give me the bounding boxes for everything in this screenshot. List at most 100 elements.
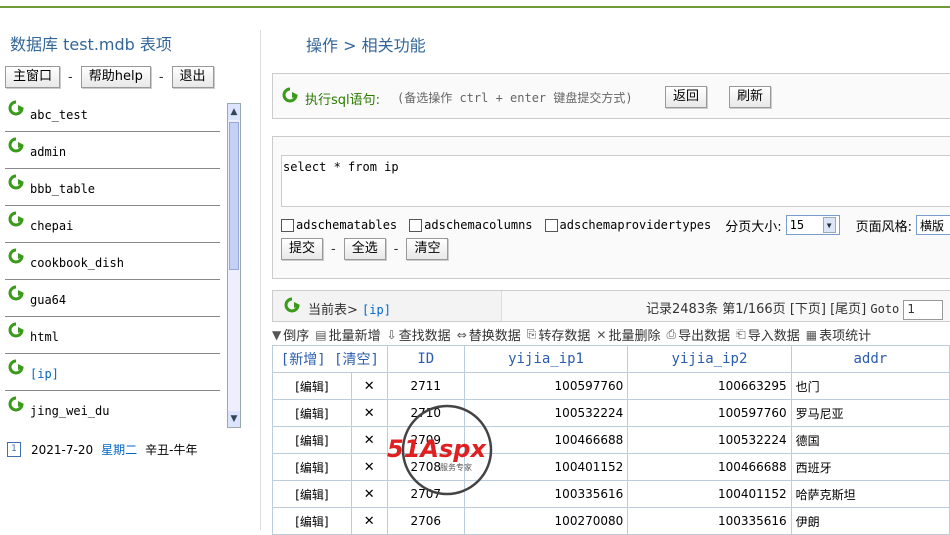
sql-actions: 提交 - 全选 - 清空 <box>281 238 449 260</box>
sql-options: adschematables adschemacolumns adschemap… <box>281 215 950 235</box>
option-label: adschematables <box>296 218 398 232</box>
delete-icon[interactable]: ✕ <box>350 480 388 508</box>
table-list-item[interactable]: cookbook_dish <box>5 243 220 280</box>
sql-hint: (备选操作 ctrl + enter 键盘提交方式) <box>397 91 633 105</box>
toolbar-label: 导出数据 <box>678 329 731 344</box>
table-list-scrollbar[interactable]: ▲ ▼ <box>227 103 241 428</box>
checkbox[interactable] <box>409 218 423 232</box>
edit-link[interactable]: [编辑] <box>272 507 352 535</box>
table-list-item[interactable]: [ip] <box>5 354 220 391</box>
cell-yijia-ip2: 100401152 <box>627 480 792 508</box>
toolbar-dump[interactable]: ⎘ 转存数据 <box>527 325 591 344</box>
separator: - <box>68 69 73 85</box>
goto-input[interactable]: 1 <box>903 299 944 320</box>
exit-button[interactable]: 退出 <box>171 66 214 88</box>
toolbar-replace[interactable]: ⇔ 替换数据 <box>457 325 521 345</box>
cell-id: 2706 <box>386 507 465 535</box>
sql-label: 执行sql语句: <box>305 93 381 108</box>
lunar-year-text: 辛丑-牛年 <box>145 443 198 457</box>
delete-icon[interactable]: ✕ <box>350 426 388 454</box>
page-style-select[interactable]: 横版 <box>916 215 950 235</box>
green-arrow-icon <box>7 359 25 379</box>
page-size-select[interactable]: 15 ▼ <box>785 215 840 235</box>
page-style-label: 页面风格: <box>855 219 913 235</box>
table-name[interactable]: admin <box>30 145 66 159</box>
table-name[interactable]: [ip] <box>30 367 59 381</box>
table-list-item[interactable]: chepai <box>5 206 220 243</box>
scroll-up-icon[interactable]: ▲ <box>228 104 240 120</box>
green-arrow-icon <box>7 285 25 305</box>
table-list-item[interactable]: jing_wei_du <box>5 391 220 420</box>
back-button[interactable]: 返回 <box>665 86 708 108</box>
sidebar-buttons: 主窗口 - 帮助help - 退出 <box>5 66 214 88</box>
edit-link[interactable]: [编辑] <box>272 453 352 481</box>
edit-link[interactable]: [编辑] <box>272 426 352 454</box>
sql-input-panel: select * from ip adschematables adschema… <box>272 136 950 279</box>
table-header-row: [新增] [清空] ID yijia_ip1 yijia_ip2 addr <box>272 345 950 373</box>
table-name[interactable]: bbb_table <box>30 182 95 196</box>
table-list-item[interactable]: gua64 <box>5 280 220 317</box>
cell-yijia-ip1: 100466688 <box>463 426 629 454</box>
header-id[interactable]: ID <box>386 345 465 373</box>
select-all-button[interactable]: 全选 <box>343 238 386 260</box>
option-label: adschemaprovidertypes <box>559 218 712 232</box>
header-actions[interactable]: [新增] [清空] <box>272 345 388 373</box>
date-display: 1 2021-7-20 星期二 辛丑-牛年 <box>7 441 197 458</box>
edit-link[interactable]: [编辑] <box>272 372 352 400</box>
delete-icon[interactable]: ✕ <box>350 507 388 535</box>
header-addr[interactable]: addr <box>790 345 950 373</box>
header-yijia-ip2[interactable]: yijia_ip2 <box>627 345 792 373</box>
help-button[interactable]: 帮助help <box>80 66 151 88</box>
edit-link[interactable]: [编辑] <box>272 480 352 508</box>
green-arrow-icon <box>281 87 299 107</box>
clear-button[interactable]: 清空 <box>406 238 449 260</box>
green-arrow-icon <box>7 100 25 120</box>
submit-button[interactable]: 提交 <box>281 238 324 260</box>
header-yijia-ip1[interactable]: yijia_ip1 <box>463 345 629 373</box>
green-arrow-icon <box>7 322 25 342</box>
page-size-label: 分页大小: <box>725 219 782 235</box>
table-list-item[interactable]: bbb_table <box>5 169 220 206</box>
table-name[interactable]: cookbook_dish <box>30 256 124 270</box>
scroll-thumb[interactable] <box>229 122 239 270</box>
refresh-button[interactable]: 刷新 <box>729 86 772 108</box>
toolbar-batch-delete[interactable]: ✕ 批量删除 <box>596 325 660 345</box>
record-info[interactable]: 记录2483条 第1/166页 [下页] [尾页] <box>646 302 870 317</box>
page-style-value: 横版 <box>920 218 945 233</box>
checkbox[interactable] <box>281 218 294 232</box>
table-name[interactable]: abc_test <box>30 108 88 122</box>
current-table-name[interactable]: [ip] <box>362 303 391 317</box>
weekday-text: 星期二 <box>101 443 138 457</box>
cell-id: 2710 <box>386 399 465 427</box>
sql-query-input[interactable]: select * from ip <box>281 155 950 207</box>
data-toolbar: ▼ 倒序 ▤ 批量新增 ⇩ 查找数据 ⇔ 替换数据 ⎘ 转存数据 ✕ 批量删除 ⎙ 导出数据 ⎗ 导入数据 ▦ 表… <box>272 325 877 344</box>
option-adschemaprovidertypes[interactable]: adschemaprovidertypes <box>544 218 712 232</box>
table-name[interactable]: html <box>30 330 59 344</box>
cell-id: 2707 <box>386 480 465 508</box>
chevron-down-icon: ▼ <box>822 217 836 233</box>
toolbar-import[interactable]: ⎗ 导入数据 <box>736 325 800 344</box>
table-name[interactable]: gua64 <box>30 293 66 307</box>
table-row: [编辑] ✕ 2711 100597760 100663295 也门 <box>272 372 950 400</box>
delete-icon[interactable]: ✕ <box>350 399 388 427</box>
main-window-button[interactable]: 主窗口 <box>5 66 61 88</box>
cell-addr: 也门 <box>790 372 950 400</box>
toolbar-sort-desc[interactable]: ▼ 倒序 <box>272 325 309 345</box>
delete-icon[interactable]: ✕ <box>350 372 388 400</box>
option-adschematables[interactable]: adschematables <box>281 218 397 232</box>
table-name[interactable]: jing_wei_du <box>30 404 109 418</box>
table-list-item[interactable]: admin <box>5 132 220 169</box>
edit-link[interactable]: [编辑] <box>272 399 352 427</box>
option-adschemacolumns[interactable]: adschemacolumns <box>409 218 533 232</box>
delete-icon[interactable]: ✕ <box>350 453 388 481</box>
scroll-down-icon[interactable]: ▼ <box>228 411 240 427</box>
cell-yijia-ip1: 100532224 <box>463 399 629 427</box>
table-list-item[interactable]: html <box>5 317 220 354</box>
toolbar-find[interactable]: ⇩ 查找数据 <box>387 325 451 345</box>
checkbox[interactable] <box>544 218 558 232</box>
toolbar-export[interactable]: ⎙ 导出数据 <box>666 325 730 344</box>
table-name[interactable]: chepai <box>30 219 73 233</box>
toolbar-stats[interactable]: ▦ 表项统计 <box>806 325 871 345</box>
table-list-item[interactable]: abc_test <box>5 95 220 132</box>
toolbar-batch-add[interactable]: ▤ 批量新增 <box>315 325 380 345</box>
